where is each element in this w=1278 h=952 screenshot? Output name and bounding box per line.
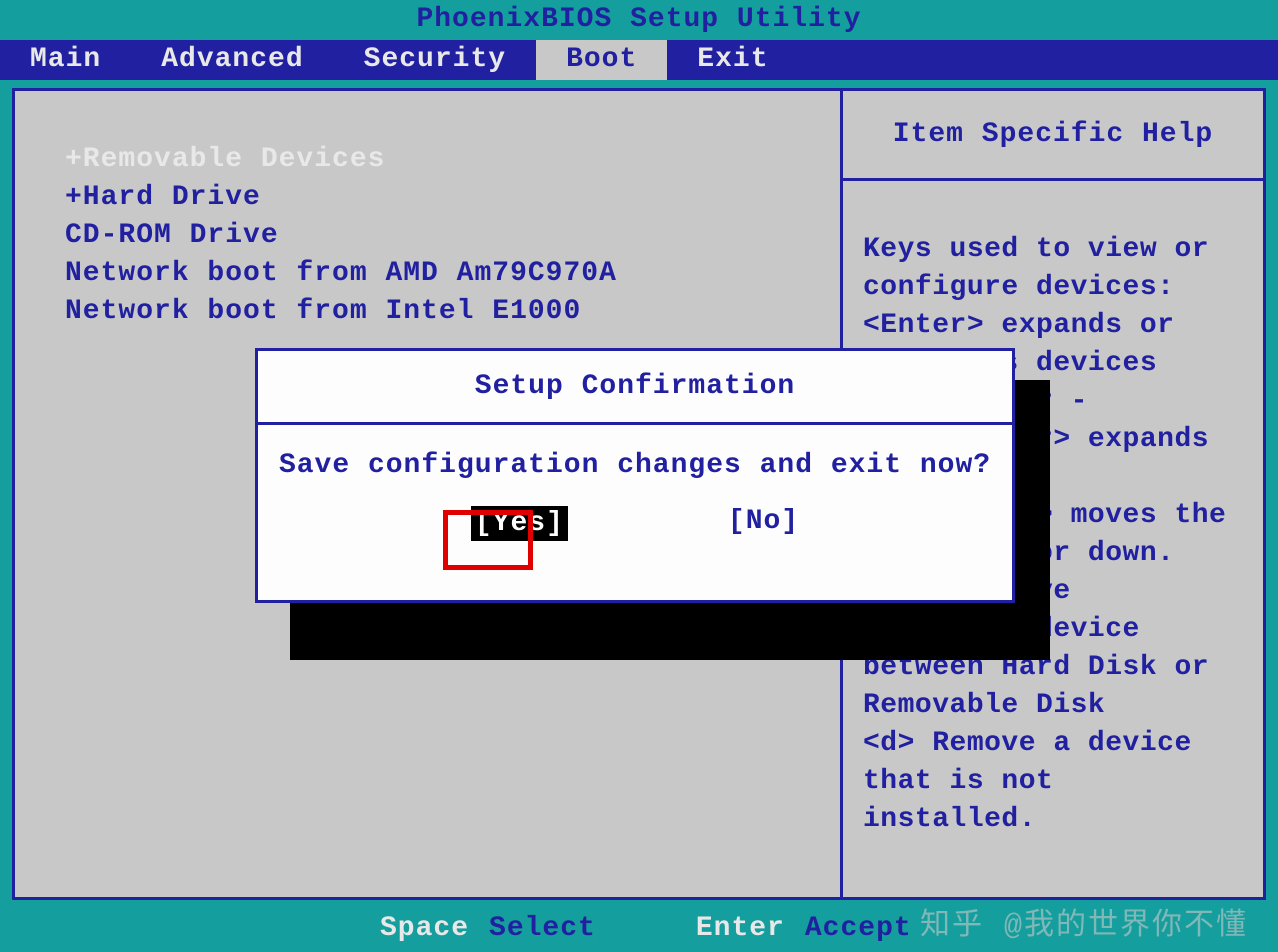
footer-label-accept: Accept bbox=[805, 913, 912, 944]
help-title: Item Specific Help bbox=[843, 91, 1263, 181]
boot-item-network-intel[interactable]: Network boot from Intel E1000 bbox=[45, 293, 810, 331]
dialog-title: Setup Confirmation bbox=[258, 351, 1012, 425]
bios-title: PhoenixBIOS Setup Utility bbox=[0, 0, 1278, 40]
yes-button[interactable]: [Yes] bbox=[471, 506, 568, 541]
menu-security[interactable]: Security bbox=[334, 40, 536, 80]
dialog-message: Save configuration changes and exit now? bbox=[278, 450, 992, 481]
dialog-body: Save configuration changes and exit now?… bbox=[258, 425, 1012, 561]
boot-item-hard-drive[interactable]: +Hard Drive bbox=[45, 179, 810, 217]
menu-main[interactable]: Main bbox=[0, 40, 131, 80]
watermark: 知乎 @我的世界你不懂 bbox=[920, 899, 1248, 944]
menu-exit[interactable]: Exit bbox=[667, 40, 798, 80]
footer-label-select: Select bbox=[489, 913, 596, 944]
footer-key-enter: Enter bbox=[696, 913, 785, 944]
boot-item-cdrom[interactable]: CD-ROM Drive bbox=[45, 217, 810, 255]
boot-item-removable[interactable]: +Removable Devices bbox=[45, 141, 810, 179]
menu-boot[interactable]: Boot bbox=[536, 40, 667, 80]
no-button[interactable]: [No] bbox=[728, 506, 799, 541]
confirmation-dialog: Setup Confirmation Save configuration ch… bbox=[255, 348, 1015, 603]
menu-advanced[interactable]: Advanced bbox=[131, 40, 333, 80]
menu-bar: Main Advanced Security Boot Exit bbox=[0, 40, 1278, 80]
boot-item-network-amd[interactable]: Network boot from AMD Am79C970A bbox=[45, 255, 810, 293]
dialog-buttons: [Yes] [No] bbox=[278, 506, 992, 541]
footer-key-space: Space bbox=[380, 913, 469, 944]
